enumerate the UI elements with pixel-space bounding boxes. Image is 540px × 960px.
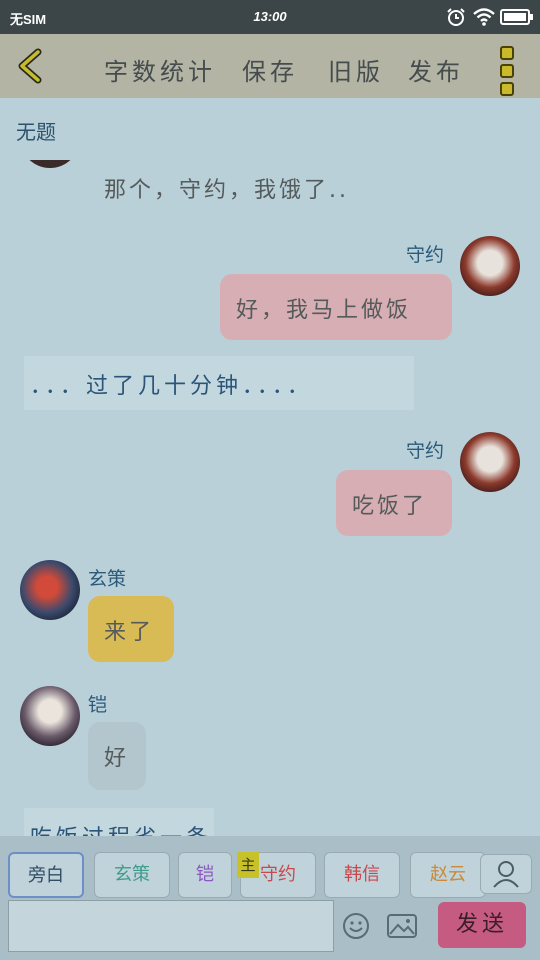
status-bar: 无SIM 13:00 xyxy=(0,0,540,34)
word-count-button[interactable]: 字数统计 xyxy=(104,52,216,87)
avatar[interactable] xyxy=(20,686,80,746)
send-button[interactable]: 发送 xyxy=(438,902,526,948)
more-vertical-icon[interactable] xyxy=(500,46,520,96)
role-button-xuance[interactable]: 玄策 xyxy=(94,852,170,898)
publish-button[interactable]: 发布 xyxy=(408,52,464,87)
emoji-icon[interactable] xyxy=(342,912,370,940)
narration-block[interactable]: 吃饭过程省一条 xyxy=(24,808,214,836)
message-bubble[interactable]: 那个，守约，我饿了.. xyxy=(88,164,392,214)
message-text: 好 xyxy=(104,746,130,771)
chat-area[interactable]: 那个，守约，我饿了.. 守约 好，我马上做饭 ．．．过了几十分钟．．．． 守约 … xyxy=(0,160,540,836)
wifi-icon xyxy=(473,8,495,26)
role-button-kai[interactable]: 铠 xyxy=(178,852,232,898)
role-button-hanxin[interactable]: 韩信 xyxy=(324,852,400,898)
speaker-name: 铠 xyxy=(88,694,108,716)
narration-block[interactable]: ．．．过了几十分钟．．．． xyxy=(24,356,414,410)
avatar xyxy=(20,160,80,168)
role-button-narrator[interactable]: 旁白 xyxy=(8,852,84,898)
save-button[interactable]: 保存 xyxy=(242,52,298,87)
role-button-zhaoyun[interactable]: 赵云 xyxy=(410,852,486,898)
message-bubble[interactable]: 好 xyxy=(88,722,146,790)
back-chevron-icon[interactable] xyxy=(12,46,52,86)
alarm-icon xyxy=(447,8,465,26)
avatar[interactable] xyxy=(20,560,80,620)
narration-text: ．．．过了几十分钟．．．． xyxy=(30,374,314,399)
toolbar: 字数统计 保存 旧版 发布 xyxy=(0,34,540,98)
speaker-name: 守约 xyxy=(406,244,445,266)
message-input[interactable] xyxy=(8,900,334,952)
battery-icon xyxy=(500,9,533,25)
avatar[interactable] xyxy=(460,236,520,296)
document-title[interactable]: 无题 xyxy=(16,116,56,145)
message-bubble[interactable]: 好，我马上做饭 xyxy=(220,274,452,340)
add-role-button[interactable] xyxy=(480,854,532,894)
composer-panel: 旁白 玄策 铠 守约 韩信 赵云 发送 xyxy=(0,836,540,960)
message-text: 那个，守约，我饿了.. xyxy=(104,178,349,203)
speaker-name: 守约 xyxy=(406,440,445,462)
message-bubble[interactable]: 吃饭了 xyxy=(336,470,452,536)
speaker-name: 玄策 xyxy=(88,568,127,590)
narration-text: 吃饭过程省一条 xyxy=(30,826,212,836)
user-icon xyxy=(493,861,519,888)
message-text: 好，我马上做饭 xyxy=(236,298,412,323)
old-version-button[interactable]: 旧版 xyxy=(328,52,384,87)
message-text: 吃饭了 xyxy=(352,494,428,519)
message-text: 来了 xyxy=(104,620,155,645)
avatar[interactable] xyxy=(460,432,520,492)
message-bubble[interactable]: 来了 xyxy=(88,596,174,662)
main-role-tag: 主 xyxy=(237,852,259,878)
image-icon[interactable] xyxy=(386,912,418,940)
